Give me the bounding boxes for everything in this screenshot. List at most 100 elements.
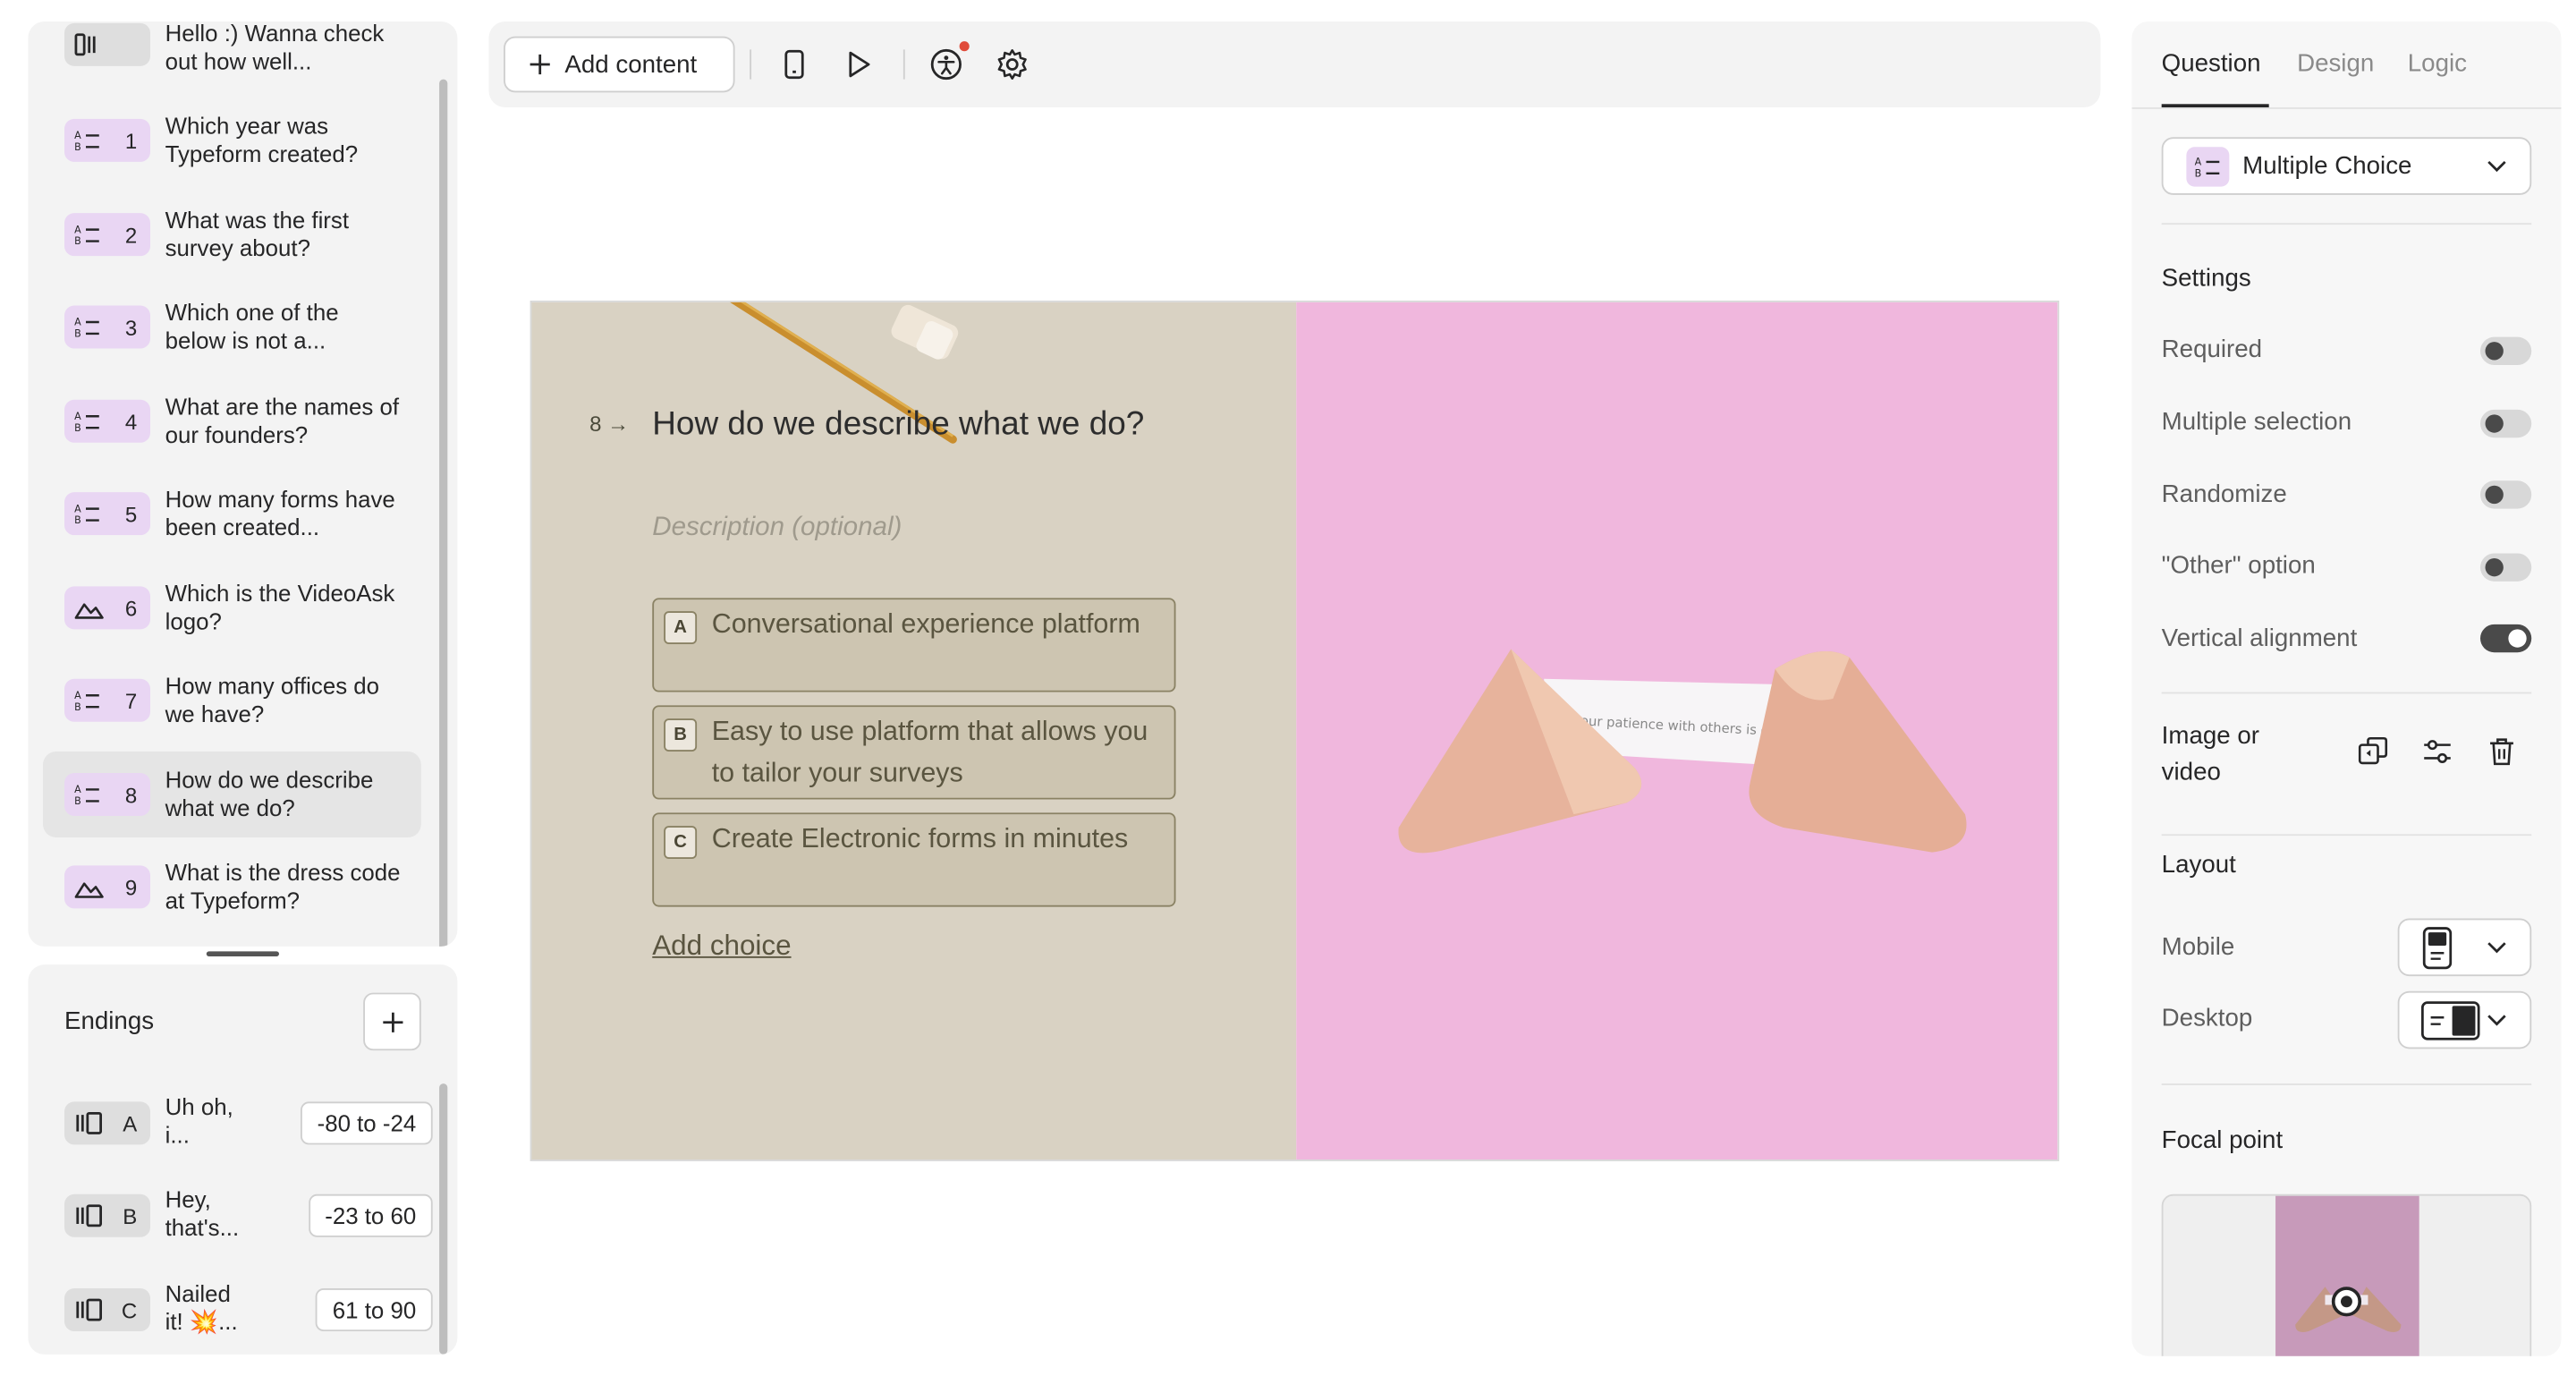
- question-type-label: Multiple Choice: [2242, 151, 2412, 181]
- question-item-4[interactable]: AB 4 What are the names of our founders?: [43, 378, 421, 464]
- randomize-toggle[interactable]: [2479, 480, 2532, 509]
- ending-text: Hey, that's...: [165, 1185, 240, 1241]
- vertical-alignment-toggle[interactable]: [2479, 624, 2532, 653]
- tab-design[interactable]: Design: [2297, 49, 2374, 77]
- ending-icon: [76, 1298, 103, 1321]
- choice-c[interactable]: C Create Electronic forms in minutes: [652, 812, 1176, 907]
- other-option-toggle[interactable]: [2479, 553, 2532, 582]
- adjust-sliders-icon[interactable]: [2419, 734, 2456, 770]
- ending-item-b[interactable]: B Hey, that's... -23 to 60: [64, 1176, 433, 1255]
- mobile-layout-icon: [2422, 927, 2453, 970]
- picture-choice-icon: [74, 882, 104, 898]
- choice-key: A: [664, 611, 698, 645]
- question-text: How many forms have been created...: [165, 485, 395, 540]
- svg-text:A: A: [74, 690, 81, 701]
- chevron-down-icon: [2487, 160, 2506, 173]
- question-item-5[interactable]: AB 5 How many forms have been created...: [43, 471, 421, 556]
- svg-text:B: B: [74, 795, 81, 806]
- question-list-panel: Hello :) Wanna check out how well... AB …: [28, 21, 458, 947]
- svg-text:B: B: [74, 514, 81, 525]
- question-number: 7: [124, 687, 138, 713]
- settings-gear-icon[interactable]: [993, 45, 1032, 84]
- multiple-choice-badge: AB 3: [64, 305, 151, 349]
- question-title-input[interactable]: How do we describe what we do?: [652, 402, 1164, 450]
- question-text: Which is the VideoAsk logo?: [165, 580, 395, 634]
- desktop-label: Desktop: [2161, 1004, 2253, 1032]
- svg-text:A: A: [74, 224, 81, 235]
- tab-question[interactable]: Question: [2162, 49, 2261, 77]
- multiple-choice-icon: AB: [2186, 147, 2230, 187]
- fortune-cookie-thumbnail: [2295, 1287, 2402, 1332]
- setting-label: "Other" option: [2161, 551, 2316, 581]
- ending-icon: [76, 1111, 103, 1134]
- add-choice-link[interactable]: Add choice: [652, 930, 791, 963]
- mobile-label: Mobile: [2161, 933, 2235, 962]
- ending-key: C: [121, 1297, 138, 1322]
- setting-label: Required: [2161, 335, 2263, 364]
- required-toggle[interactable]: [2479, 336, 2532, 366]
- ending-item-c[interactable]: C Nailed it! 💥... 61 to 90: [64, 1270, 433, 1350]
- question-number: 9: [124, 874, 138, 900]
- replace-media-icon[interactable]: [2355, 734, 2392, 770]
- multiple-choice-icon: AB: [74, 411, 99, 433]
- focal-thumbnail: [2275, 1195, 2419, 1356]
- layout-title: Layout: [2161, 850, 2236, 879]
- add-ending-button[interactable]: [363, 992, 421, 1051]
- multiple-choice-icon: AB: [74, 130, 99, 152]
- question-item-7[interactable]: AB 7 How many offices do we have?: [43, 658, 421, 743]
- choice-label[interactable]: Easy to use platform that allows you to …: [712, 712, 1166, 794]
- question-text: Which year was Typeform created?: [165, 112, 359, 167]
- choice-b[interactable]: B Easy to use platform that allows you t…: [652, 705, 1176, 800]
- multiple-choice-icon: AB: [74, 317, 99, 339]
- svg-text:A: A: [74, 317, 81, 328]
- question-type-dropdown[interactable]: AB Multiple Choice: [2161, 137, 2532, 195]
- focal-point-picker[interactable]: [2161, 1193, 2532, 1356]
- mobile-layout-dropdown[interactable]: [2397, 918, 2532, 977]
- question-number: 2: [124, 222, 138, 248]
- score-range[interactable]: -80 to -24: [301, 1101, 433, 1145]
- svg-text:A: A: [74, 130, 81, 141]
- settings-title: Settings: [2161, 264, 2251, 293]
- divider: [2161, 1083, 2532, 1085]
- svg-text:B: B: [2195, 168, 2202, 179]
- choice-a[interactable]: A Conversational experience platform: [652, 598, 1176, 692]
- question-item-welcome[interactable]: Hello :) Wanna check out how well...: [43, 21, 421, 88]
- panel-resize-handle[interactable]: [206, 951, 280, 956]
- score-range[interactable]: -23 to 60: [308, 1193, 433, 1237]
- question-number-indicator: 8 →: [589, 411, 630, 437]
- question-item-6[interactable]: 6 Which is the VideoAsk logo?: [43, 565, 421, 650]
- plus-icon: [382, 1011, 402, 1032]
- add-content-button[interactable]: Add content: [504, 36, 735, 93]
- notification-dot: [959, 41, 970, 52]
- ending-item-a[interactable]: A Uh oh, i... -80 to -24: [64, 1083, 433, 1163]
- tab-logic[interactable]: Logic: [2408, 49, 2467, 77]
- picture-choice-badge: 6: [64, 586, 151, 630]
- desktop-layout-dropdown[interactable]: [2397, 990, 2532, 1049]
- choice-label[interactable]: Conversational experience platform: [712, 605, 1166, 646]
- question-item-9[interactable]: 9 What is the dress code at Typeform?: [43, 844, 421, 930]
- score-range[interactable]: 61 to 90: [316, 1288, 433, 1332]
- play-icon[interactable]: [839, 45, 878, 84]
- multiple-selection-toggle[interactable]: [2479, 409, 2532, 438]
- question-item-1[interactable]: AB 1 Which year was Typeform created?: [43, 98, 421, 183]
- multiple-choice-icon: AB: [74, 784, 99, 806]
- endings-title: Endings: [64, 1007, 155, 1036]
- multiple-choice-badge: AB 7: [64, 678, 151, 722]
- trash-icon[interactable]: [2484, 734, 2521, 770]
- description-input[interactable]: Description (optional): [652, 514, 902, 543]
- multiple-choice-badge: AB 8: [64, 773, 151, 817]
- question-text: Hello :) Wanna check out how well...: [165, 21, 385, 75]
- picture-choice-icon: [74, 603, 104, 619]
- chevron-down-icon: [2487, 942, 2506, 954]
- question-item-8[interactable]: AB 8 How do we describe what we do?: [43, 752, 421, 838]
- question-item-2[interactable]: AB 2 What was the first survey about?: [43, 191, 421, 277]
- question-list-scrollbar[interactable]: [439, 79, 448, 947]
- svg-text:B: B: [74, 328, 81, 339]
- accessibility-icon[interactable]: [927, 45, 966, 84]
- mobile-preview-icon[interactable]: [775, 45, 814, 84]
- svg-text:B: B: [74, 141, 81, 152]
- question-number: 4: [124, 408, 138, 434]
- choice-label[interactable]: Create Electronic forms in minutes: [712, 820, 1166, 861]
- endings-scrollbar[interactable]: [439, 1083, 448, 1355]
- question-item-3[interactable]: AB 3 Which one of the below is not a...: [43, 285, 421, 370]
